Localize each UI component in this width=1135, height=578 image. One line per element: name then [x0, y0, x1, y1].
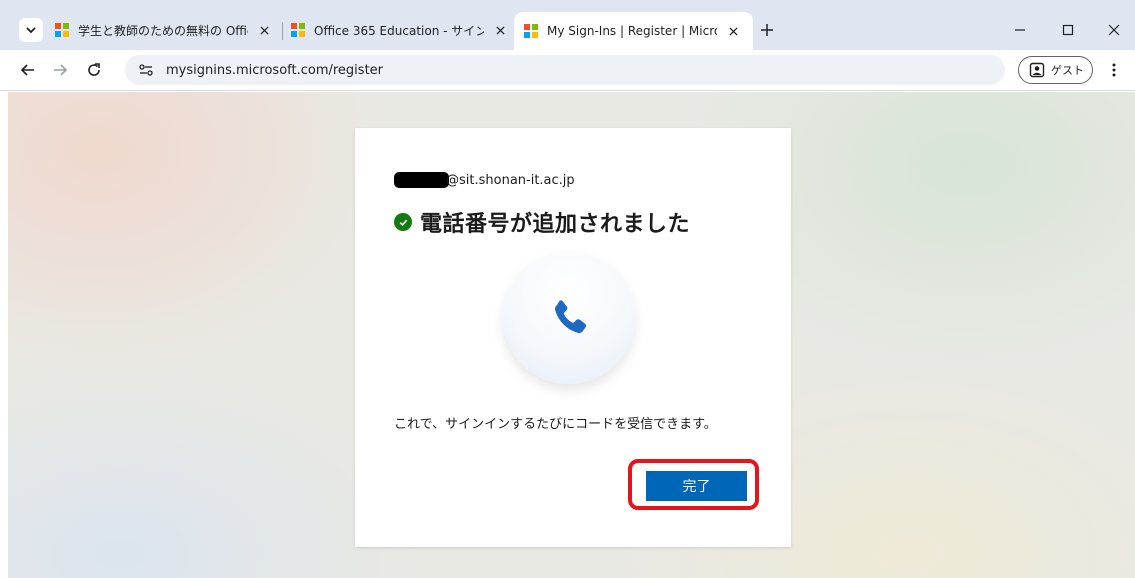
- tab-title: Office 365 Education - サインアップ: [314, 23, 484, 38]
- done-button[interactable]: 完了: [646, 471, 747, 501]
- new-tab-button[interactable]: [757, 20, 777, 40]
- page-background: @sit.shonan-it.ac.jp 電話番号が追加されました これで、サイ…: [8, 92, 1135, 578]
- chevron-down-icon: [26, 27, 36, 34]
- arrow-right-icon: [54, 64, 68, 76]
- tab-office-free[interactable]: 学生と教師のための無料の Office: [55, 14, 272, 46]
- site-info-icon[interactable]: [132, 59, 160, 81]
- tab-title: 学生と教師のための無料の Office: [78, 23, 248, 38]
- tab-my-sign-ins[interactable]: My Sign-Ins | Register | Microsoft: [514, 12, 753, 50]
- redacted-username: [394, 172, 449, 188]
- reload-icon: [88, 63, 100, 76]
- close-window-button[interactable]: [1102, 18, 1126, 42]
- back-button[interactable]: [16, 58, 40, 82]
- tab-title: My Sign-Ins | Register | Microsoft: [547, 24, 717, 38]
- phone-illustration: [503, 252, 635, 384]
- minimize-button[interactable]: [1008, 18, 1032, 42]
- reload-button[interactable]: [82, 58, 106, 82]
- plus-icon: [761, 24, 773, 36]
- close-tab-icon[interactable]: [725, 23, 741, 39]
- arrow-left-icon: [20, 64, 34, 76]
- tab-separator: [282, 22, 283, 40]
- profile-label: ゲスト: [1051, 64, 1084, 77]
- tab-search-button[interactable]: [19, 18, 43, 42]
- maximize-button[interactable]: [1056, 18, 1080, 42]
- confirmation-message: これで、サインインするたびにコードを受信できます。: [394, 417, 717, 432]
- microsoft-logo-icon: [55, 23, 69, 37]
- forward-button[interactable]: [48, 58, 72, 82]
- microsoft-logo-icon: [291, 23, 305, 37]
- maximize-icon: [1062, 24, 1074, 36]
- url-text: mysignins.microsoft.com/register: [166, 62, 384, 78]
- browser-menu-button[interactable]: [1104, 58, 1124, 82]
- phone-icon: [555, 300, 587, 334]
- microsoft-logo-icon: [524, 24, 538, 38]
- title-row: 電話番号が追加されました: [394, 206, 690, 238]
- guest-profile-icon: [1029, 62, 1045, 78]
- page-left-edge: [0, 92, 8, 578]
- browser-toolbar: mysignins.microsoft.com/register ゲスト: [0, 50, 1135, 91]
- profile-button[interactable]: ゲスト: [1018, 56, 1093, 84]
- tab-strip: 学生と教師のための無料の Office Office 365 Education…: [0, 0, 1135, 50]
- close-tab-icon[interactable]: [256, 22, 272, 38]
- address-bar[interactable]: mysignins.microsoft.com/register: [125, 55, 1005, 85]
- close-tab-icon[interactable]: [492, 22, 508, 38]
- registration-card: @sit.shonan-it.ac.jp 電話番号が追加されました これで、サイ…: [355, 128, 791, 547]
- account-identifier: @sit.shonan-it.ac.jp: [394, 171, 575, 189]
- tab-office365-education[interactable]: Office 365 Education - サインアップ: [291, 14, 508, 46]
- success-check-icon: [394, 213, 412, 231]
- account-email-suffix: @sit.shonan-it.ac.jp: [446, 172, 575, 188]
- close-icon: [1108, 24, 1120, 36]
- more-vertical-icon: [1112, 63, 1116, 77]
- page-title: 電話番号が追加されました: [420, 212, 691, 237]
- minimize-icon: [1015, 29, 1025, 31]
